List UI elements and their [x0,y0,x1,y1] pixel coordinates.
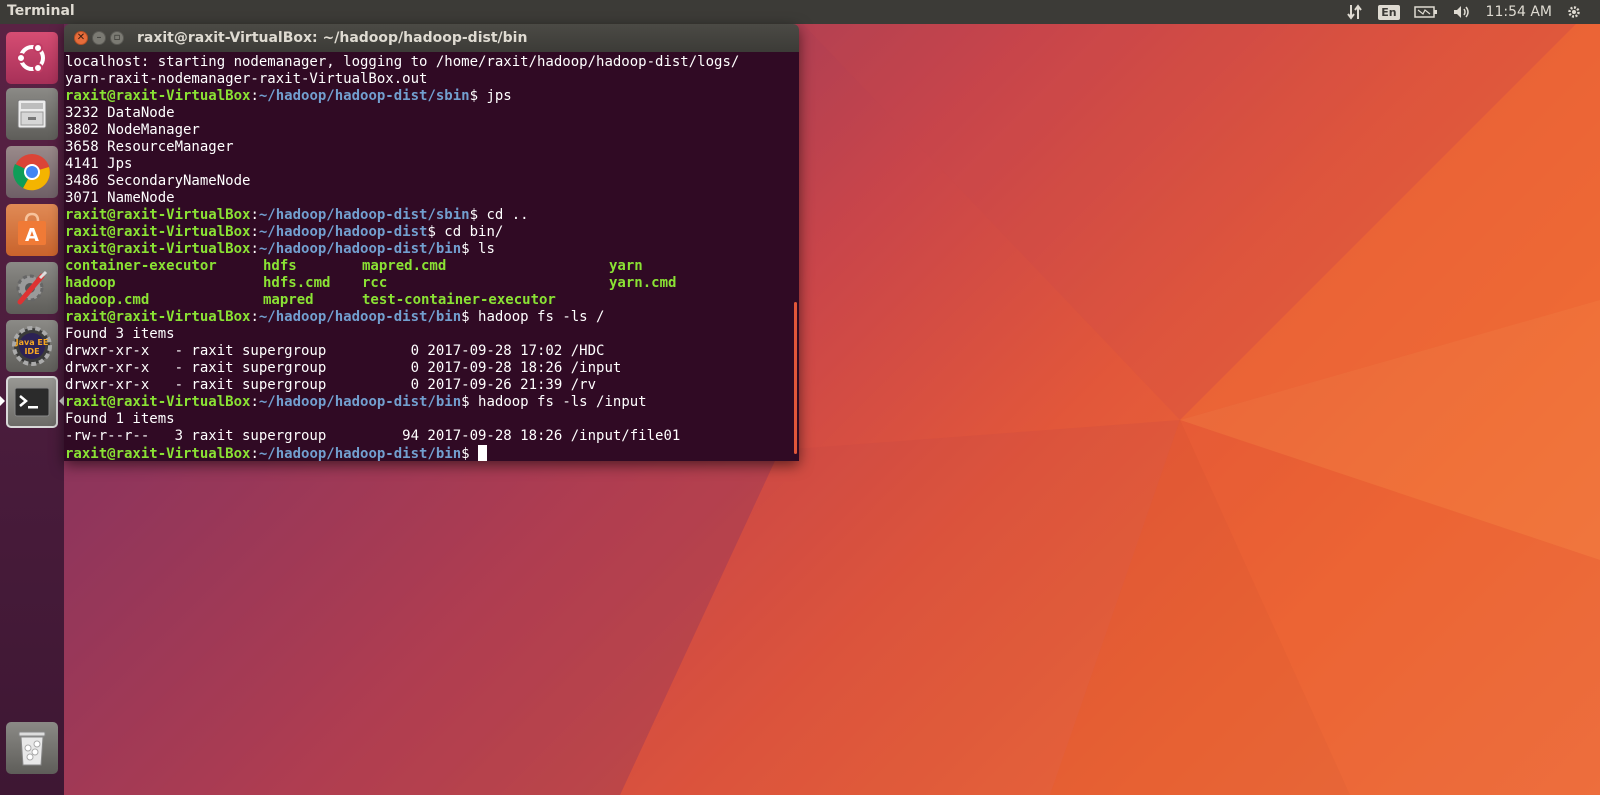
launcher: A Java EE IDE [0,24,64,795]
ls-entry: container-executor [65,258,217,274]
output-line: drwxr-xr-x - raxit supergroup 0 2017-09-… [65,377,597,393]
maximize-icon[interactable]: ▫ [110,31,124,45]
clock[interactable]: 11:54 AM [1486,0,1552,24]
output-line: 3486 SecondaryNameNode [65,173,251,189]
prompt-line: raxit@raxit-VirtualBox:~/hadoop/hadoop-d… [65,207,529,223]
files-icon[interactable] [6,88,58,140]
text-cursor [478,445,488,461]
output-line: Found 1 items [65,411,175,427]
output-line: 4141 Jps [65,156,133,172]
ls-entry: yarn.cmd [609,275,677,291]
terminal-window[interactable]: ✕ – ▫ raxit@raxit-VirtualBox: ~/hadoop/h… [64,24,799,461]
prompt-user: raxit@raxit-VirtualBox [65,309,251,325]
prompt-path: ~/hadoop/hadoop-dist/sbin [258,207,470,223]
ls-entry: hdfs [263,258,297,274]
command: $ hadoop fs -ls /input [461,394,647,410]
output-line: 3802 NodeManager [65,122,200,138]
top-panel: Terminal En 11:54 AM [0,0,1600,24]
window-titlebar[interactable]: ✕ – ▫ raxit@raxit-VirtualBox: ~/hadoop/h… [64,24,799,52]
output-line: 3658 ResourceManager [65,139,234,155]
keyboard-layout-label: En [1378,4,1400,20]
ls-row: container-executor hdfs mapred.cmd yarn [65,258,799,275]
prompt-user: raxit@raxit-VirtualBox [65,446,251,461]
ls-entry: test-container-executor [362,292,556,308]
ls-entry: yarn [609,258,643,274]
prompt-user: raxit@raxit-VirtualBox [65,207,251,223]
output-line: drwxr-xr-x - raxit supergroup 0 2017-09-… [65,360,622,376]
prompt-user: raxit@raxit-VirtualBox [65,241,251,257]
ls-row: hadoop.cmd mapred test-container-executor [65,292,799,309]
eclipse-java-ee-icon[interactable]: Java EE IDE [6,320,58,372]
prompt-path: ~/hadoop/hadoop-dist [258,224,428,240]
ubuntu-dash-icon[interactable] [6,32,58,84]
trash-icon[interactable] [6,722,58,774]
prompt-path: ~/hadoop/hadoop-dist/bin [258,446,462,461]
prompt-path: ~/hadoop/hadoop-dist/sbin [258,88,470,104]
prompt-line: raxit@raxit-VirtualBox:~/hadoop/hadoop-d… [65,394,647,410]
output-line: localhost: starting nodemanager, logging… [65,54,740,70]
output-line: -rw-r--r-- 3 raxit supergroup 94 2017-09… [65,428,681,444]
ls-entry: hadoop.cmd [65,292,150,308]
keyboard-layout-icon[interactable]: En [1378,0,1400,24]
command: $ cd bin/ [427,224,504,240]
scrollbar[interactable] [794,302,797,454]
software-center-icon[interactable]: A [6,204,58,256]
prompt-line: raxit@raxit-VirtualBox:~/hadoop/hadoop-d… [65,88,512,104]
battery-icon[interactable] [1413,0,1438,24]
minimize-icon[interactable]: – [92,31,106,45]
output-line: yarn-raxit-nodemanager-raxit-VirtualBox.… [65,71,428,87]
ls-entry: mapred [263,292,314,308]
ide-text: IDE [24,347,39,356]
prompt-user: raxit@raxit-VirtualBox [65,224,251,240]
volume-icon[interactable] [1452,0,1472,24]
ls-entry: hdfs.cmd [263,275,331,291]
prompt-line: raxit@raxit-VirtualBox:~/hadoop/hadoop-d… [65,309,605,325]
prompt-user: raxit@raxit-VirtualBox [65,394,251,410]
active-app-title: Terminal [7,3,75,19]
command: $ jps [469,88,512,104]
output-line: 3071 NameNode [65,190,175,206]
svg-text:A: A [25,225,39,246]
prompt-line[interactable]: raxit@raxit-VirtualBox:~/hadoop/hadoop-d… [65,445,799,461]
window-title: raxit@raxit-VirtualBox: ~/hadoop/hadoop-… [137,30,528,46]
output-line: 3232 DataNode [65,105,175,121]
java-ee-text: Java EE [15,338,49,347]
command: $ cd .. [469,207,529,223]
command: $ ls [461,241,495,257]
indicator-area: En 11:54 AM [1346,0,1582,24]
prompt-path: ~/hadoop/hadoop-dist/bin [258,309,462,325]
command: $ [461,446,479,461]
command: $ hadoop fs -ls / [461,309,605,325]
prompt-line: raxit@raxit-VirtualBox:~/hadoop/hadoop-d… [65,224,504,240]
close-icon[interactable]: ✕ [74,31,88,45]
ls-entry: hadoop [65,275,116,291]
prompt-path: ~/hadoop/hadoop-dist/bin [258,241,462,257]
gear-icon[interactable] [1566,0,1582,24]
output-line: drwxr-xr-x - raxit supergroup 0 2017-09-… [65,343,605,359]
prompt-line: raxit@raxit-VirtualBox:~/hadoop/hadoop-d… [65,241,495,257]
ls-entry: mapred.cmd [362,258,447,274]
prompt-user: raxit@raxit-VirtualBox [65,88,251,104]
terminal-output[interactable]: localhost: starting nodemanager, logging… [64,52,799,461]
chrome-icon[interactable] [6,146,58,198]
output-line: Found 3 items [65,326,175,342]
ls-entry: rcc [362,275,388,291]
terminal-icon[interactable] [0,376,64,428]
prompt-path: ~/hadoop/hadoop-dist/bin [258,394,462,410]
ls-row: hadoop hdfs.cmd rcc yarn.cmd [65,275,799,292]
system-settings-icon[interactable] [6,262,58,314]
network-arrows-icon[interactable] [1346,0,1364,24]
